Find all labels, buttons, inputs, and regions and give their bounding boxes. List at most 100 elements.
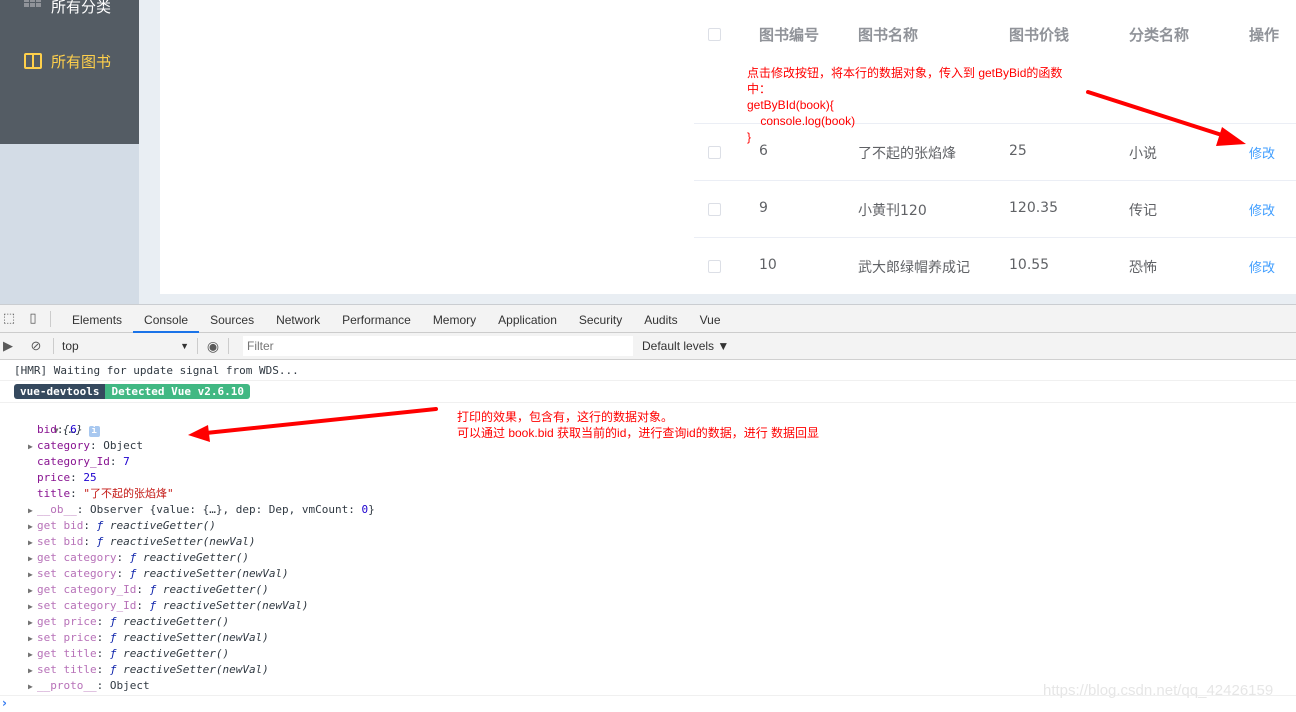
header-category: 分类名称 — [1129, 26, 1190, 44]
expand-right-icon[interactable]: ▶ — [28, 647, 37, 663]
watermark: https://blog.csdn.net/qq_42426159 — [1043, 682, 1274, 699]
edit-button[interactable]: 修改 — [1249, 257, 1275, 276]
inspect-element-icon[interactable]: ⬚ — [2, 311, 16, 326]
function-signature: reactiveGetter() — [123, 647, 230, 660]
prop-value: 6 — [70, 423, 77, 436]
prop-key: get title — [37, 647, 97, 660]
vue-version-badge: Detected Vue v2.6.10 — [105, 384, 250, 399]
tab-console[interactable]: Console — [133, 305, 200, 333]
book-icon — [24, 53, 42, 69]
function-icon: ƒ — [109, 615, 117, 628]
cell-id: 10 — [759, 257, 777, 273]
accessor-row[interactable]: ▶ get bid: ƒ reactiveGetter() — [0, 518, 1296, 534]
tab-audits[interactable]: Audits — [633, 305, 688, 333]
context-value: top — [62, 339, 79, 353]
clear-console-icon[interactable]: ⊘ — [29, 339, 43, 353]
prop-value: Object — [103, 439, 143, 452]
tab-sources[interactable]: Sources — [199, 305, 265, 333]
divider — [50, 310, 51, 327]
cell-category: 传记 — [1129, 203, 1157, 219]
expand-right-icon[interactable]: ▶ — [28, 551, 37, 567]
prop-key: __ob__ — [37, 503, 77, 516]
prop-row: title: "了不起的张焰烽" — [37, 487, 174, 500]
divider — [53, 338, 54, 354]
grid-icon — [24, 0, 42, 14]
accessor-list: ▶ get bid: ƒ reactiveGetter() ▶ set bid: ƒ … — [0, 518, 1296, 678]
expand-right-icon[interactable]: ▶ — [28, 663, 37, 679]
prop-key: category_Id — [37, 455, 110, 468]
sidebar-item-all-categories[interactable]: 所有分类 — [24, 0, 111, 18]
tab-application[interactable]: Application — [487, 305, 568, 333]
prop-row: price: 25 — [37, 471, 97, 484]
accessor-row[interactable]: ▶ get price: ƒ reactiveGetter() — [0, 614, 1296, 630]
sidebar-background — [0, 144, 139, 304]
header-id: 图书编号 — [759, 26, 820, 44]
book-table: 图书编号 图书名称 图书价钱 分类名称 操作 6 了不起的张焰烽 25 小说 修… — [694, 0, 1296, 295]
tab-elements[interactable]: Elements — [61, 305, 133, 333]
edit-button[interactable]: 修改 — [1249, 200, 1275, 219]
sidebar-item-all-books[interactable]: 所有图书 — [24, 49, 111, 73]
function-icon: ƒ — [109, 663, 117, 676]
cell-category: 小说 — [1129, 146, 1157, 162]
function-icon: ƒ — [129, 551, 137, 564]
accessor-row[interactable]: ▶ set price: ƒ reactiveSetter(newVal) — [0, 630, 1296, 646]
table-row: 9 小黄刊120 120.35 传记 修改 — [694, 181, 1296, 238]
expand-right-icon[interactable]: ▶ — [28, 615, 37, 631]
prop-key: price — [37, 471, 71, 484]
expand-right-icon[interactable]: ▶ — [28, 503, 37, 519]
prop-value: "了不起的张焰烽" — [83, 487, 174, 500]
accessor-row[interactable]: ▶ set category: ƒ reactiveSetter(newVal) — [0, 566, 1296, 582]
prop-value: 25 — [83, 471, 97, 484]
log-levels-dropdown[interactable]: Default levels ▼ — [642, 339, 729, 353]
prop-row: category_Id: 7 — [37, 455, 130, 468]
table-header: 图书编号 图书名称 图书价钱 分类名称 操作 — [694, 0, 1296, 68]
row-checkbox[interactable] — [708, 146, 721, 159]
accessor-row[interactable]: ▶ get title: ƒ reactiveGetter() — [0, 646, 1296, 662]
expand-right-icon[interactable]: ▶ — [28, 599, 37, 615]
divider — [197, 338, 198, 354]
row-checkbox[interactable] — [708, 260, 721, 273]
accessor-row[interactable]: ▶ get category: ƒ reactiveGetter() — [0, 550, 1296, 566]
console-message-vue-devtools: vue-devtools Detected Vue v2.6.10 — [0, 381, 1296, 403]
console-message-hmr: [HMR] Waiting for update signal from WDS… — [0, 361, 1296, 381]
function-signature: reactiveSetter(newVal) — [123, 663, 269, 676]
cell-name: 武大郎绿帽养成记 — [858, 260, 970, 276]
function-signature: reactiveSetter(newVal) — [142, 567, 289, 580]
accessor-row[interactable]: ▶ set bid: ƒ reactiveSetter(newVal) — [0, 534, 1296, 550]
expand-right-icon[interactable]: ▶ — [28, 567, 37, 583]
console-filter-input[interactable] — [243, 336, 633, 356]
sidebar: 所有分类 所有图书 — [0, 0, 139, 144]
chevron-down-icon: ▼ — [180, 341, 189, 351]
eye-icon[interactable]: ◉ — [206, 339, 220, 353]
observer-row[interactable]: ▶ __ob__: Observer {value: {…}, dep: Dep,… — [0, 502, 1296, 518]
expand-right-icon[interactable]: ▶ — [28, 519, 37, 535]
show-sidebar-icon[interactable]: ▶ — [1, 339, 15, 353]
expand-right-icon[interactable]: ▶ — [28, 439, 37, 455]
tab-performance[interactable]: Performance — [331, 305, 422, 333]
expand-right-icon[interactable]: ▶ — [28, 679, 37, 695]
annotation-edit-explanation: 点击修改按钮，将本行的数据对象，传入到 getByBid的函数 中： getBy… — [747, 66, 1063, 144]
info-icon[interactable]: i — [88, 426, 100, 437]
expand-right-icon[interactable]: ▶ — [28, 631, 37, 647]
tab-security[interactable]: Security — [568, 305, 633, 333]
accessor-row[interactable]: ▶ get category_Id: ƒ reactiveGetter() — [0, 582, 1296, 598]
expand-right-icon[interactable]: ▶ — [28, 535, 37, 551]
expand-right-icon[interactable]: ▶ — [28, 583, 37, 599]
devtools-tab-bar: ⬚ ▯ Elements Console Sources Network Per… — [0, 305, 1296, 333]
accessor-row[interactable]: ▶ set title: ƒ reactiveSetter(newVal) — [0, 662, 1296, 678]
tab-memory[interactable]: Memory — [422, 305, 487, 333]
tab-vue[interactable]: Vue — [689, 305, 732, 333]
cell-name: 了不起的张焰烽 — [858, 146, 956, 162]
edit-button[interactable]: 修改 — [1249, 143, 1275, 162]
function-icon: ƒ — [96, 535, 104, 548]
select-all-checkbox[interactable] — [708, 28, 721, 41]
cell-price: 10.55 — [1009, 257, 1050, 273]
device-toolbar-icon[interactable]: ▯ — [26, 311, 40, 326]
accessor-row[interactable]: ▶ set category_Id: ƒ reactiveSetter(newVa… — [0, 598, 1296, 614]
brace: } — [368, 503, 375, 516]
row-checkbox[interactable] — [708, 203, 721, 216]
context-select[interactable]: top ▼ — [62, 336, 197, 356]
prop-value: Object — [109, 679, 150, 692]
prop-key: bid — [37, 423, 57, 436]
tab-network[interactable]: Network — [265, 305, 331, 333]
